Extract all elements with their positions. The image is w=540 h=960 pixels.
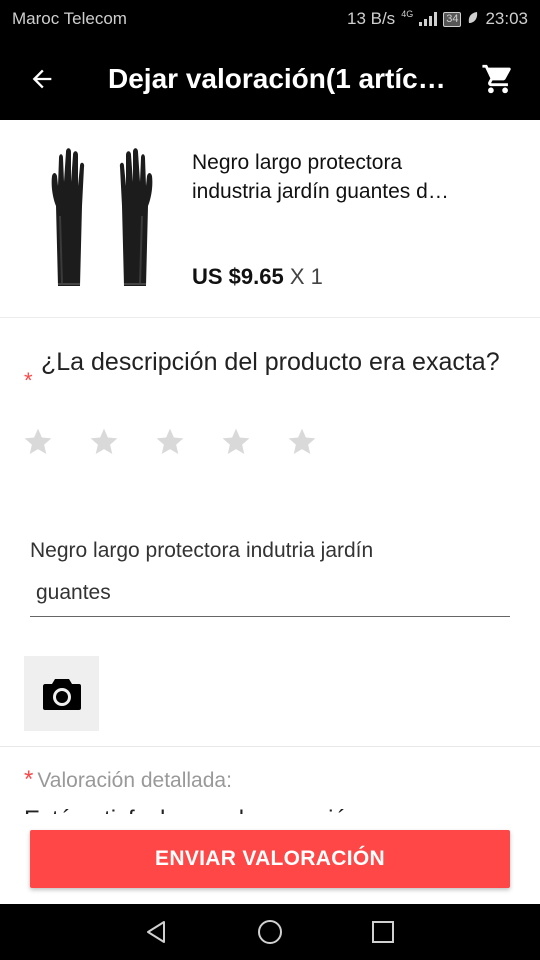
system-nav-bar (0, 904, 540, 960)
product-title: Negro largo protectora industria jardín … (192, 148, 512, 206)
status-icons: 13 B/s 4G 34 23:03 (347, 9, 528, 29)
battery-level: 34 (446, 13, 459, 25)
power-saving-icon (467, 11, 479, 28)
comment-field[interactable]: Negro largo protectora indutria jardín g… (30, 534, 510, 617)
page-title: Dejar valoración(1 artíc… (108, 63, 446, 94)
star-icon-4[interactable] (220, 426, 252, 458)
carrier-label: Maroc Telecom (12, 9, 127, 28)
submit-review-button[interactable]: ENVIAR VALORACIÓN (30, 830, 510, 888)
detailed-rating-text: Valoración detallada: (37, 769, 232, 792)
battery-icon: 34 (443, 11, 462, 27)
product-quantity: X 1 (289, 264, 323, 289)
product-title-line2: industria jardín guantes d… (192, 180, 449, 203)
product-title-line1: Negro largo protectora (192, 151, 403, 174)
network-type: 4G (401, 9, 414, 19)
product-image-gloves (51, 148, 153, 286)
triangle-back-icon (146, 921, 165, 943)
toolbar: Dejar valoración(1 artíc… (0, 38, 540, 120)
product-summary: Negro largo protectora industria jardín … (0, 120, 540, 318)
arrow-back-icon (32, 69, 52, 89)
network-speed: 13 B/s (346, 9, 396, 28)
star-icon-1[interactable] (22, 426, 54, 458)
comment-text-line2: guantes (36, 581, 111, 604)
comment-underline (30, 616, 510, 617)
detailed-question-text: Está satisfecho con la conexión (24, 806, 524, 814)
required-mark-detailed: * (24, 766, 34, 793)
screen: Maroc Telecom 13 B/s 4G 34 23:03 Dejar v… (0, 0, 540, 960)
clock: 23:03 (485, 9, 528, 28)
cart-button[interactable] (456, 38, 540, 120)
square-recents-icon (372, 921, 395, 943)
bottom-action-bar: ENVIAR VALORACIÓN (0, 814, 540, 904)
star-icon-5[interactable] (286, 426, 318, 458)
section-divider (0, 746, 540, 747)
nav-recents-button[interactable] (363, 912, 403, 952)
shopping-cart-icon (482, 64, 511, 94)
product-price: US $9.65 (192, 264, 284, 289)
signal-icon (419, 12, 438, 26)
nav-back-button[interactable] (137, 912, 177, 952)
star-icon-2[interactable] (88, 426, 120, 458)
circle-home-icon (257, 920, 282, 944)
detailed-question-partial: Está satisfecho con la conexión (24, 800, 524, 814)
star-icon-3[interactable] (154, 426, 186, 458)
comment-text-line1: Negro largo protectora indutria jardín (30, 539, 374, 562)
status-bar: Maroc Telecom 13 B/s 4G 34 23:03 (0, 0, 540, 38)
star-rating (22, 426, 318, 458)
back-button[interactable] (0, 38, 84, 120)
rating-question: * ¿La descripción del producto era exact… (24, 346, 524, 393)
add-photo-button[interactable] (24, 656, 99, 731)
question-text: ¿La descripción del producto era exacta? (41, 348, 500, 376)
required-mark: * (24, 368, 33, 393)
nav-home-button[interactable] (250, 912, 290, 952)
product-price-row: US $9.65 X 1 (192, 264, 323, 290)
detailed-rating-label: * Valoración detallada: (24, 766, 232, 794)
camera-icon (42, 678, 81, 710)
